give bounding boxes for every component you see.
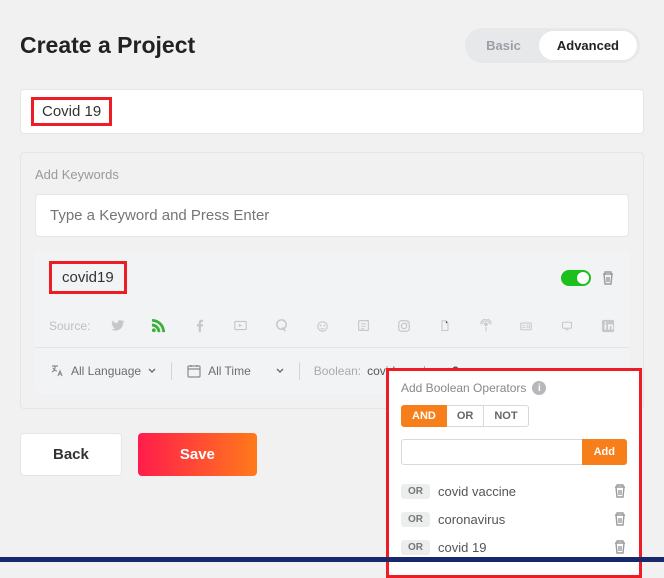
footer-bar [0,557,664,562]
source-row: Source: [35,304,629,347]
page-title: Create a Project [20,32,195,59]
operator-chip: OR [401,540,430,555]
mode-advanced[interactable]: Advanced [539,31,637,60]
podcast-icon[interactable] [478,318,493,333]
divider [299,362,300,380]
language-select[interactable]: All Language [49,363,157,379]
back-button[interactable]: Back [20,433,122,476]
radio-icon[interactable] [519,318,534,333]
keyword-input[interactable] [35,194,629,237]
language-value: All Language [71,364,141,378]
time-value: All Time [208,364,251,378]
video-icon[interactable] [233,318,248,333]
tab-and[interactable]: AND [401,405,447,427]
keywords-panel-label: Add Keywords [35,167,629,182]
chevron-down-icon [147,366,157,376]
trash-icon[interactable] [613,483,627,499]
keyword-tag: covid19 [49,261,127,294]
operator-text: coronavirus [438,512,605,527]
instagram-icon[interactable] [397,318,412,333]
save-button[interactable]: Save [138,433,257,476]
boolean-label: Boolean: [314,364,361,378]
keyword-row: covid19 [35,251,629,304]
info-icon[interactable]: i [532,381,546,395]
trash-icon[interactable] [601,270,615,286]
operator-tabs: AND OR NOT [401,405,627,427]
operator-chip: OR [401,512,430,527]
project-name-input[interactable]: Covid 19 [20,89,644,134]
boolean-popup: Add Boolean Operators i AND OR NOT Add O… [386,368,642,578]
keyword-toggle[interactable] [561,270,591,286]
trash-icon[interactable] [613,539,627,555]
boolean-item: OR coronavirus [401,505,627,533]
document-icon[interactable] [437,318,452,333]
operator-text: covid 19 [438,540,605,555]
trash-icon[interactable] [613,511,627,527]
reddit-icon[interactable] [315,318,330,333]
tab-or[interactable]: OR [447,405,485,427]
project-name-value: Covid 19 [31,97,112,126]
twitter-icon[interactable] [110,318,125,333]
calendar-icon [186,363,202,379]
source-label: Source: [49,319,90,333]
boolean-add-button[interactable]: Add [582,439,627,465]
quora-icon[interactable] [274,318,289,333]
chevron-down-icon [275,366,285,376]
linkedin-icon[interactable] [600,318,615,333]
time-select[interactable]: All Time [186,363,285,379]
facebook-icon[interactable] [192,318,207,333]
boolean-item: OR covid vaccine [401,477,627,505]
popup-title: Add Boolean Operators [401,381,526,395]
mode-basic[interactable]: Basic [468,31,539,60]
operator-text: covid vaccine [438,484,605,499]
tv-icon[interactable] [560,318,575,333]
language-icon [49,363,65,379]
tab-not[interactable]: NOT [484,405,528,427]
divider [171,362,172,380]
rss-icon[interactable] [151,318,166,333]
mode-toggle: Basic Advanced [465,28,640,63]
news-icon[interactable] [356,318,371,333]
operator-chip: OR [401,484,430,499]
boolean-add-input[interactable] [401,439,582,465]
